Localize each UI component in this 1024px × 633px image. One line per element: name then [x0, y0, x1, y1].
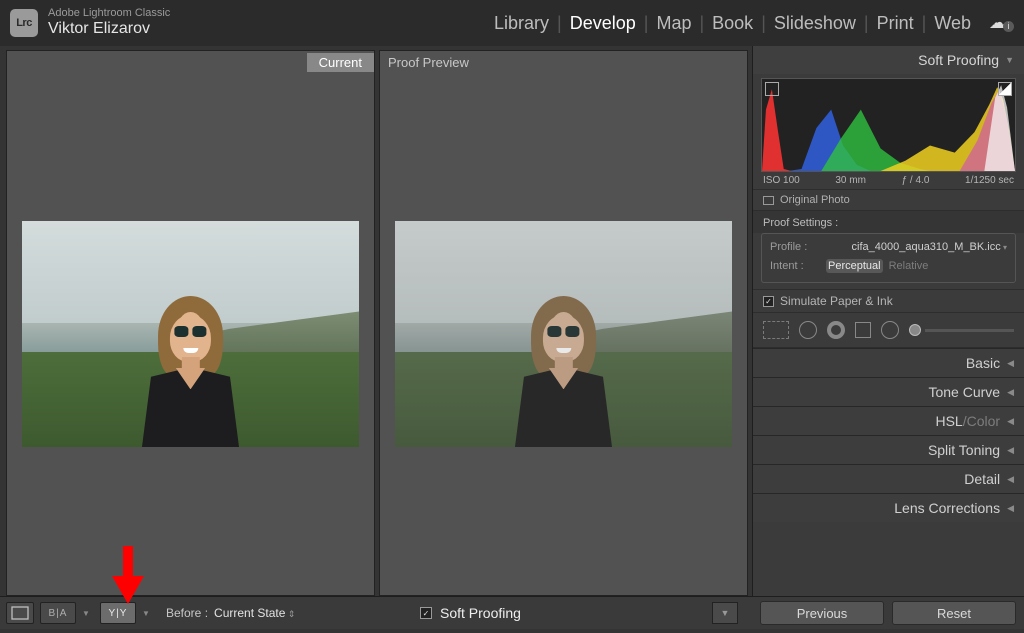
proof-settings-header: Proof Settings :: [753, 210, 1024, 233]
module-book[interactable]: Book: [704, 13, 761, 34]
before-after-split-button[interactable]: B|A: [40, 602, 76, 624]
slider-knob-icon[interactable]: [909, 324, 921, 336]
panel-collapse-icon[interactable]: ▼: [1005, 55, 1014, 65]
original-photo-link[interactable]: Original Photo: [753, 189, 1024, 210]
section-hsl-color[interactable]: HSL / Color◀: [753, 406, 1024, 435]
spot-tool-icon[interactable]: [799, 321, 817, 339]
soft-proof-checkbox[interactable]: ✓: [420, 607, 432, 619]
reset-button[interactable]: Reset: [892, 601, 1016, 625]
after-pane-label: Proof Preview: [380, 53, 481, 72]
intent-relative-button[interactable]: Relative: [887, 259, 931, 273]
after-pane-header: Proof Preview: [380, 51, 747, 73]
simulate-label: Simulate Paper & Ink: [780, 294, 893, 308]
app-titles: Adobe Lightroom Classic Viktor Elizarov: [48, 7, 170, 38]
simulate-paper-row[interactable]: ✓ Simulate Paper & Ink: [753, 289, 1024, 312]
before-after-menu-caret-icon[interactable]: ▼: [82, 609, 94, 618]
histogram-meta: ISO 100 30 mm ƒ / 4.0 1/1250 sec: [753, 172, 1024, 189]
module-map[interactable]: Map: [648, 13, 699, 34]
before-state-dropdown[interactable]: Current State: [214, 606, 295, 620]
section-split-toning[interactable]: Split Toning◀: [753, 435, 1024, 464]
before-pane-header: Current: [7, 51, 374, 73]
profile-row: Profile : cifa_4000_aqua310_M_BK.icc: [770, 238, 1007, 256]
canvas-zone: Current Proof Preview: [0, 46, 752, 596]
proof-settings-title: Proof Settings :: [763, 217, 838, 229]
right-panel: Soft Proofing ▼ ISO 100 30 mm ƒ / 4.0 1/…: [752, 46, 1024, 596]
app-name: Adobe Lightroom Classic: [48, 7, 170, 20]
crop-tool-row: [753, 312, 1024, 348]
top-bar: Lrc Adobe Lightroom Classic Viktor Eliza…: [0, 0, 1024, 46]
before-pane-body: [7, 73, 374, 595]
meta-shutter: 1/1250 sec: [965, 175, 1014, 186]
radial-tool-icon[interactable]: [881, 321, 899, 339]
proof-settings-box: Profile : cifa_4000_aqua310_M_BK.icc Int…: [761, 233, 1016, 283]
toolbar: B|A ▼ Y|Y ▼ Before : Current State ✓ Sof…: [0, 596, 1024, 629]
shadow-clip-icon[interactable]: [765, 82, 779, 96]
original-photo-icon: [763, 196, 774, 205]
after-photo[interactable]: [395, 221, 733, 446]
soft-proof-toolbar-label: Soft Proofing: [440, 605, 521, 621]
yy-menu-caret-icon[interactable]: ▼: [142, 609, 154, 618]
module-picker: Library| Develop| Map| Book| Slideshow| …: [486, 13, 1014, 34]
before-after-side-button[interactable]: Y|Y: [100, 602, 136, 624]
after-pane[interactable]: Proof Preview: [379, 50, 748, 596]
meta-iso: ISO 100: [763, 175, 800, 186]
section-basic[interactable]: Basic◀: [753, 348, 1024, 377]
profile-dropdown[interactable]: cifa_4000_aqua310_M_BK.icc: [826, 241, 1007, 253]
main-area: Current Proof Preview: [0, 46, 1024, 596]
previous-button[interactable]: Previous: [760, 601, 884, 625]
redeye-tool-icon[interactable]: [827, 321, 845, 339]
module-develop[interactable]: Develop: [562, 13, 644, 34]
profile-label: Profile :: [770, 241, 818, 253]
soft-proofing-title: Soft Proofing: [918, 52, 999, 68]
section-detail[interactable]: Detail◀: [753, 464, 1024, 493]
loupe-view-button[interactable]: [6, 602, 34, 624]
before-pane[interactable]: Current: [6, 50, 375, 596]
section-tone-curve[interactable]: Tone Curve◀: [753, 377, 1024, 406]
before-label: Before :: [166, 606, 208, 620]
highlight-clip-icon[interactable]: [998, 82, 1012, 96]
meta-aperture: ƒ / 4.0: [902, 175, 930, 186]
simulate-checkbox[interactable]: ✓: [763, 296, 774, 307]
intent-perceptual-button[interactable]: Perceptual: [826, 259, 883, 273]
before-pane-label: Current: [307, 53, 374, 72]
toolbar-options-dropdown[interactable]: ▼: [712, 602, 738, 624]
intent-row: Intent : Perceptual Relative: [770, 256, 1007, 276]
section-lens-corrections[interactable]: Lens Corrections◀: [753, 493, 1024, 522]
module-web[interactable]: Web: [926, 13, 979, 34]
original-photo-label: Original Photo: [780, 194, 850, 206]
cloud-sync-icon[interactable]: ☁i: [989, 13, 1014, 33]
annotation-arrow-icon: [112, 546, 144, 604]
compare-view: Current Proof Preview: [0, 46, 752, 596]
app-logo: Lrc: [10, 9, 38, 37]
gradient-tool-icon[interactable]: [855, 322, 871, 338]
intent-label: Intent :: [770, 260, 818, 272]
brush-size-slider[interactable]: [909, 324, 1014, 336]
meta-focal: 30 mm: [835, 175, 866, 186]
crop-tool-icon[interactable]: [763, 321, 789, 339]
identity-plate[interactable]: Viktor Elizarov: [48, 20, 170, 38]
histogram[interactable]: [761, 78, 1016, 172]
after-pane-body: [380, 73, 747, 595]
module-library[interactable]: Library: [486, 13, 557, 34]
module-slideshow[interactable]: Slideshow: [766, 13, 864, 34]
soft-proofing-panel-header[interactable]: Soft Proofing ▼: [753, 46, 1024, 74]
module-print[interactable]: Print: [869, 13, 922, 34]
before-photo[interactable]: [22, 221, 360, 446]
